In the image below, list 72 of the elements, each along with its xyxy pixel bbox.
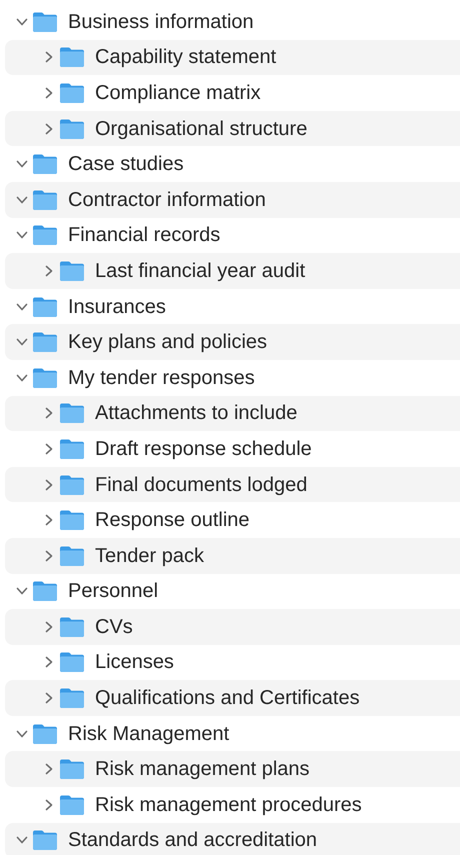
folder-row[interactable]: Attachments to include [5,396,460,432]
folder-name: Risk Management [68,722,230,747]
folder-icon [59,438,85,460]
folder-name: Risk management procedures [95,792,362,818]
folder-icon [59,260,85,282]
folder-icon [32,331,58,354]
folder-icon [59,794,85,816]
folder-row[interactable]: CVs [5,609,460,645]
folder-row[interactable]: Contractor information [5,182,460,218]
folder-row[interactable]: Case studies [5,146,460,182]
folder-icon [59,651,85,674]
folder-icon [32,722,58,745]
folder-name: Response outline [95,508,250,534]
folder-icon [32,224,58,246]
folder-row[interactable]: Tender pack [5,538,460,574]
folder-icon [59,118,85,140]
folder-name: Capability statement [95,45,276,70]
folder-name: Qualifications and Certificates [95,686,360,712]
folder-row[interactable]: Qualifications and Certificates [5,680,460,716]
folder-icon [59,544,85,567]
folder-name: Financial records [68,223,220,248]
folder-icon [32,10,58,33]
folder-row[interactable]: Risk management plans [5,751,460,788]
folder-row[interactable]: Organisational structure [5,110,460,146]
folder-icon [32,188,58,211]
folder-name: Insurances [68,294,166,320]
folder-name: Final documents lodged [95,472,308,498]
folder-row[interactable]: Risk management procedures [5,787,460,823]
folder-icon [32,829,58,852]
folder-row[interactable]: Draft response schedule [5,431,460,467]
folder-row[interactable]: Risk Management [5,716,460,752]
folder-icon [59,758,85,780]
folder-icon [59,46,85,68]
folder-name: Attachments to include [95,401,298,426]
folder-row[interactable]: Last financial year audit [5,253,460,289]
folder-row[interactable]: Financial records [5,218,460,254]
folder-row[interactable]: Key plans and policies [5,324,460,360]
folder-icon [59,687,85,710]
folder-name: Contractor information [68,188,266,213]
folder-row[interactable]: Response outline [5,502,460,538]
folder-name: Personnel [68,579,158,604]
folder-icon [32,296,58,318]
folder-name: My tender responses [68,366,255,391]
folder-name: CVs [95,614,133,640]
folder-row[interactable]: Business information [5,4,460,40]
folder-row[interactable]: Compliance matrix [5,75,460,111]
folder-icon [32,366,58,389]
folder-name: Compliance matrix [95,80,261,106]
folder-icon [59,402,85,424]
folder-name: Draft response schedule [95,436,312,462]
folder-icon [32,580,58,602]
folder-icon [59,474,85,496]
folder-name: Key plans and policies [68,330,268,356]
folder-icon [59,616,85,638]
folder-row[interactable]: Personnel [5,574,460,610]
folder-name: Tender pack [95,544,204,569]
folder-name: Last financial year audit [95,258,306,284]
folder-name: Business information [68,10,254,35]
folder-name: Case studies [68,152,184,178]
folder-name: Licenses [95,650,174,676]
folder-row[interactable]: Insurances [5,288,460,324]
folder-name: Standards and accreditation [68,828,318,854]
folder-row[interactable]: Final documents lodged [5,466,460,502]
folder-name: Risk management plans [95,757,310,782]
folder-icon [32,153,58,176]
folder-icon [59,82,85,104]
folder-row[interactable]: Capability statement [5,40,460,76]
folder-name: Organisational structure [95,116,308,142]
folder-row[interactable]: Standards and accreditation [5,822,460,855]
folder-row[interactable]: My tender responses [5,360,460,396]
folder-row[interactable]: Licenses [5,644,460,680]
folder-icon [59,509,85,532]
